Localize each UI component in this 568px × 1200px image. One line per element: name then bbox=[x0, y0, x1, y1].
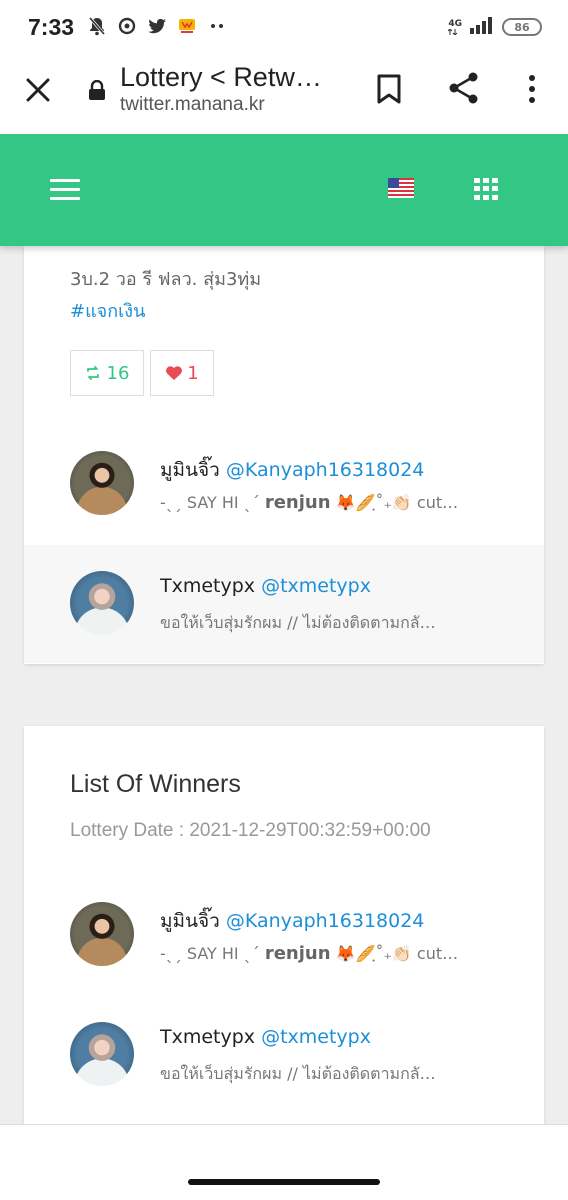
participant-row[interactable]: Txmetypx @txmetypx ขอให้เว็บสุ่มรักผม //… bbox=[24, 545, 544, 663]
winner-name: Txmetypx bbox=[160, 1026, 256, 1048]
avatar[interactable] bbox=[70, 451, 134, 515]
network-type: 4G bbox=[448, 18, 462, 29]
bio-suffix: 🦊🥖ฺ˚₊👏🏻 cut… bbox=[335, 493, 459, 512]
winner-handle[interactable]: @Kanyaph16318024 bbox=[226, 910, 425, 932]
apps-grid-icon[interactable] bbox=[474, 178, 498, 200]
data-saver-icon bbox=[116, 16, 138, 36]
winner-name-line: Txmetypx @txmetypx bbox=[160, 1026, 371, 1048]
like-count-button[interactable]: 1 bbox=[150, 350, 214, 396]
bio-bold: renjun bbox=[264, 943, 331, 964]
winner-row[interactable]: มูมินจิ๊ว @Kanyaph16318024 -ˎˏ SAY HI ˎˊ… bbox=[24, 880, 544, 998]
home-indicator[interactable] bbox=[188, 1179, 380, 1185]
participant-handle[interactable]: @Kanyaph16318024 bbox=[226, 459, 425, 481]
avatar[interactable] bbox=[70, 1022, 134, 1086]
overflow-menu-button[interactable] bbox=[522, 74, 542, 104]
hamburger-menu-icon[interactable] bbox=[50, 179, 80, 201]
lock-icon[interactable] bbox=[88, 79, 106, 100]
participant-name-line: มูมินจิ๊ว @Kanyaph16318024 bbox=[160, 455, 424, 485]
participant-name: มูมินจิ๊ว bbox=[160, 459, 220, 481]
data-arrows-icon bbox=[448, 28, 458, 35]
participant-bio: -ˎˏ SAY HI ˎˊ renjun 🦊🥖ฺ˚₊👏🏻 cut… bbox=[160, 491, 492, 516]
app-header bbox=[0, 134, 568, 246]
battery-indicator: 86 bbox=[502, 18, 542, 36]
participant-bio: ขอให้เว็บสุ่มรักผม // ไม่ต้องติดตามกลั… bbox=[160, 613, 436, 632]
winners-card: List Of Winners Lottery Date : 2021-12-2… bbox=[24, 726, 544, 1146]
winner-row[interactable]: Txmetypx @txmetypx ขอให้เว็บสุ่มรักผม //… bbox=[24, 1000, 544, 1118]
heart-icon bbox=[166, 366, 183, 380]
winners-title: List Of Winners bbox=[70, 770, 241, 798]
bookmark-icon bbox=[377, 74, 401, 104]
close-tab-button[interactable] bbox=[24, 76, 52, 104]
retweet-icon bbox=[86, 366, 99, 380]
avatar[interactable] bbox=[70, 902, 134, 966]
bio-prefix: -ˎˏ SAY HI ˎˊ bbox=[160, 493, 260, 512]
url-display[interactable]: twitter.manana.kr bbox=[120, 94, 265, 116]
like-count: 1 bbox=[187, 362, 199, 384]
bio-suffix: 🦊🥖ฺ˚₊👏🏻 cut… bbox=[335, 944, 459, 963]
more-notifications-icon bbox=[206, 16, 228, 36]
retweet-count-button[interactable]: 16 bbox=[70, 350, 144, 396]
twitter-bird-icon bbox=[146, 16, 168, 36]
status-bar: 7:33 4G 86 bbox=[0, 0, 568, 56]
participant-name: Txmetypx bbox=[160, 575, 256, 597]
system-nav-bar bbox=[0, 1124, 568, 1200]
page-title: Lottery < Retw… bbox=[120, 62, 322, 92]
app-notification-icon bbox=[176, 16, 198, 36]
participant-name-line: Txmetypx @txmetypx bbox=[160, 575, 371, 597]
participant-row[interactable]: มูมินจิ๊ว @Kanyaph16318024 -ˎˏ SAY HI ˎˊ… bbox=[24, 427, 544, 545]
more-vert-icon bbox=[529, 75, 535, 103]
mute-bell-icon bbox=[86, 16, 108, 36]
avatar[interactable] bbox=[70, 571, 134, 635]
winner-handle[interactable]: @txmetypx bbox=[261, 1026, 371, 1048]
tweet-text: 3บ.2 วอ รี ฟลว. สุ่ม3ทุ่ม bbox=[70, 269, 262, 290]
bio-bold: renjun bbox=[264, 492, 331, 513]
retweet-count: 16 bbox=[106, 362, 130, 384]
signal-icon bbox=[470, 16, 494, 38]
hashtag-link[interactable]: #แจกเงิน bbox=[70, 296, 261, 328]
winner-bio: ขอให้เว็บสุ่มรักผม // ไม่ต้องติดตามกลั… bbox=[160, 1064, 436, 1083]
share-button[interactable] bbox=[448, 72, 480, 104]
bio-prefix: -ˎˏ SAY HI ˎˊ bbox=[160, 944, 260, 963]
winner-bio: -ˎˏ SAY HI ˎˊ renjun 🦊🥖ฺ˚₊👏🏻 cut… bbox=[160, 942, 492, 967]
lottery-date: Lottery Date : 2021-12-29T00:32:59+00:00 bbox=[70, 820, 431, 841]
winner-name: มูมินจิ๊ว bbox=[160, 910, 220, 932]
tweet-body: 3บ.2 วอ รี ฟลว. สุ่ม3ทุ่ม #แจกเงิน bbox=[70, 264, 261, 328]
status-right: 4G 86 bbox=[448, 16, 542, 38]
status-time: 7:33 bbox=[28, 14, 75, 40]
notification-icons bbox=[86, 16, 228, 36]
tweet-card: 3บ.2 วอ รี ฟลว. สุ่ม3ทุ่ม #แจกเงิน 16 1 … bbox=[24, 246, 544, 664]
participant-handle[interactable]: @txmetypx bbox=[261, 575, 371, 597]
browser-toolbar: Lottery < Retw… twitter.manana.kr bbox=[0, 56, 568, 134]
share-icon bbox=[449, 72, 478, 104]
winner-name-line: มูมินจิ๊ว @Kanyaph16318024 bbox=[160, 906, 424, 936]
language-flag-icon[interactable] bbox=[388, 178, 414, 198]
bookmark-button[interactable] bbox=[376, 74, 402, 104]
network-indicator: 4G bbox=[448, 18, 462, 35]
close-icon bbox=[26, 78, 50, 102]
